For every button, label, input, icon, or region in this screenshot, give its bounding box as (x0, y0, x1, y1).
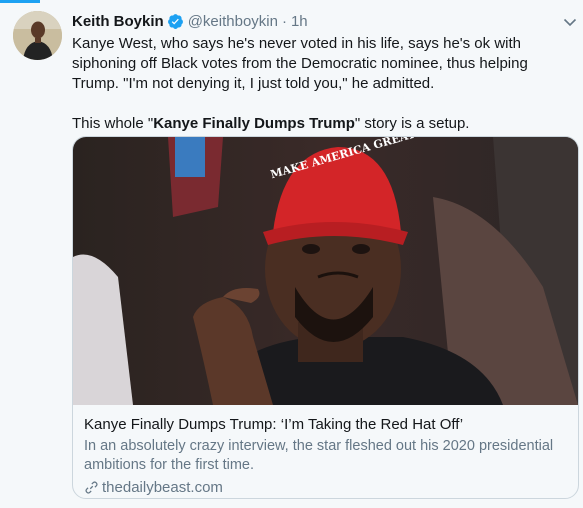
card-image[interactable]: MAKE AMERICA GREAT AGAIN (73, 137, 578, 405)
card-domain-text: thedailybeast.com (102, 479, 223, 496)
card-body: Kanye Finally Dumps Trump: ‘I’m Taking t… (84, 415, 574, 496)
link-card[interactable]: MAKE AMERICA GREAT AGAIN Kanye Finally D… (72, 136, 579, 499)
tweet-paragraph-2: This whole "Kanye Finally Dumps Trump" s… (72, 114, 577, 134)
tweet-text-bold: Kanye Finally Dumps Trump (153, 115, 355, 132)
verified-badge-icon (167, 13, 183, 29)
tweet-text: Kanye West, who says he's never voted in… (72, 34, 577, 134)
author-name[interactable]: Keith Boykin (72, 13, 164, 30)
avatar[interactable] (13, 11, 62, 60)
tweet-paragraph-1: Kanye West, who says he's never voted in… (72, 35, 528, 92)
card-description: In an absolutely crazy interview, the st… (84, 438, 554, 473)
author-handle[interactable]: @keithboykin (188, 13, 278, 30)
card-title[interactable]: Kanye Finally Dumps Trump: ‘I’m Taking t… (84, 415, 574, 435)
tweet-text-pre: This whole " (72, 115, 154, 132)
loading-bar (0, 0, 583, 3)
chevron-down-icon[interactable] (562, 14, 578, 30)
separator: · (281, 12, 287, 30)
link-icon (85, 481, 98, 494)
card-domain[interactable]: thedailybeast.com (84, 479, 574, 496)
tweet-text-post: " story is a setup. (354, 115, 470, 132)
tweet-header: Keith Boykin @keithboykin · 1h (72, 11, 308, 31)
timestamp[interactable]: 1h (291, 13, 308, 30)
